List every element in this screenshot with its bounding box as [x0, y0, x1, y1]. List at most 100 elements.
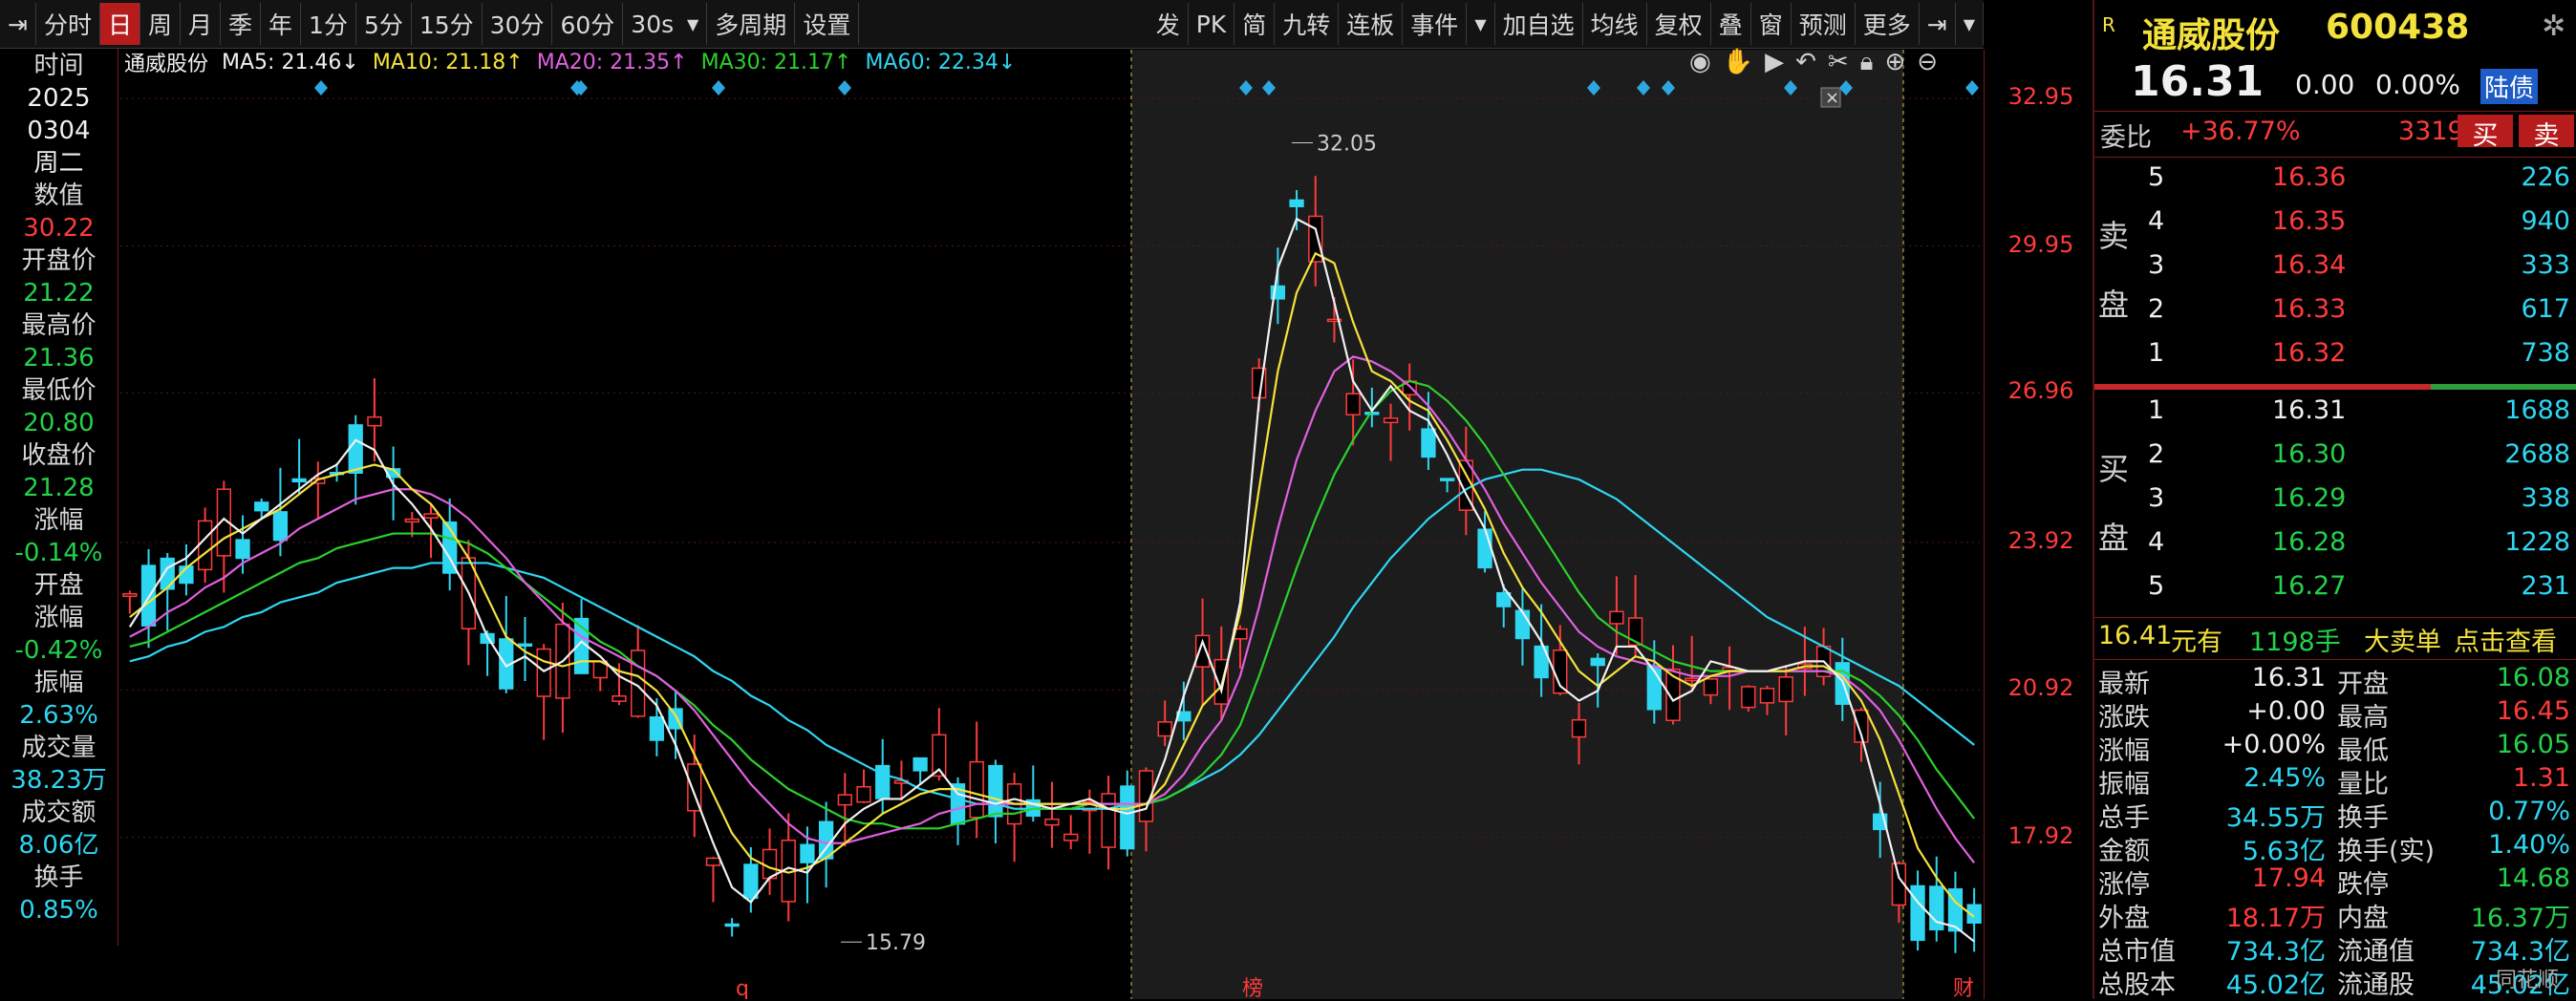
stat-label: 振幅	[2098, 770, 2150, 799]
candle-body	[272, 511, 289, 542]
candle-body	[235, 539, 250, 560]
tool-button-0[interactable]: 发	[1148, 3, 1189, 45]
buy-button[interactable]: 买	[2458, 115, 2513, 151]
legend-ma60: MA60: 22.34↓	[865, 50, 1017, 75]
candle-body	[1063, 833, 1079, 841]
period-tab-7[interactable]: 5分	[356, 3, 412, 45]
period-tab-2[interactable]: 周	[140, 3, 181, 45]
high-label: 最高价	[21, 311, 97, 340]
date-label: 时间	[33, 52, 84, 80]
candle-body	[517, 643, 533, 648]
panel-dropdown-icon[interactable]: ▼	[1956, 3, 1984, 45]
change-value: -0.14%	[14, 539, 103, 567]
weibi-row: 委比 +36.77% 3319 买 卖	[2094, 115, 2576, 155]
big-order-link[interactable]: 点击查看	[2454, 621, 2557, 658]
high-value: 21.36	[23, 344, 95, 373]
big-order-row[interactable]: 16.41 元有 1198手 大卖单 点击查看	[2094, 619, 2576, 659]
interval-select[interactable]: 30s ▼	[623, 3, 708, 45]
event-dropdown-icon[interactable]: ▼	[1467, 3, 1495, 45]
tool2-button-4[interactable]: 窗	[1751, 3, 1792, 45]
candle-body	[1609, 610, 1624, 625]
period-tab-0[interactable]: 分时	[36, 3, 100, 45]
big-order-volume: 1198手	[2249, 628, 2341, 657]
stat-label: 内盘	[2337, 904, 2389, 933]
candle-body	[291, 478, 307, 483]
price-row: 16.31 0.00 0.00% 陆债	[2094, 57, 2576, 107]
collapse-panel-icon[interactable]: ⇥	[1920, 3, 1956, 45]
period-tab-10[interactable]: 60分	[552, 3, 624, 45]
period-tab-9[interactable]: 30分	[483, 3, 553, 45]
price-axis: 32.95 29.95 26.96 23.92 20.92 17.92	[1984, 50, 2096, 999]
candle-body	[197, 520, 213, 571]
zoom-in-icon[interactable]: ⊕	[1885, 48, 1906, 77]
stat-label: 换手(实)	[2337, 837, 2436, 866]
lock-icon[interactable]: 🔒︎	[1860, 48, 1874, 77]
divider	[2094, 659, 2576, 660]
tool-button-5[interactable]: 事件	[1403, 3, 1468, 45]
candle-body	[404, 518, 419, 523]
legend-ma30: MA30: 21.17↑	[700, 50, 852, 75]
period-tab-5[interactable]: 年	[261, 3, 302, 45]
tool2-button-5[interactable]: 预测	[1792, 3, 1856, 45]
tool-button-1[interactable]: PK	[1189, 3, 1235, 45]
multi-period-button[interactable]: 多周期	[707, 3, 796, 45]
candle-body	[1383, 417, 1399, 424]
divider	[2094, 617, 2576, 618]
divider	[2094, 157, 2576, 158]
candle-body	[705, 857, 721, 866]
tool2-button-1[interactable]: 均线	[1583, 3, 1647, 45]
period-tab-1[interactable]: 日	[99, 3, 140, 45]
kline-chart[interactable]: 32.05 15.79 × q 榜 财	[120, 50, 1984, 999]
tool-button-4[interactable]: 连板	[1339, 3, 1404, 45]
legend-stock-name: 通威股份	[124, 53, 209, 76]
big-order-label: 大卖单	[2364, 628, 2441, 657]
asks-volume: 226	[2521, 162, 2570, 192]
play-icon[interactable]: ▶	[1765, 48, 1784, 77]
kline-chart-svg[interactable]: 32.05 15.79 × q 榜 财	[120, 50, 1984, 999]
bids-price: 16.29	[2272, 483, 2347, 513]
eye-icon[interactable]: ◉	[1689, 48, 1711, 77]
tool-button-3[interactable]: 九转	[1275, 3, 1340, 45]
high-price-label: 32.05	[1317, 132, 1377, 156]
price-tick-label: 32.95	[2007, 83, 2074, 111]
divider	[2094, 111, 2576, 112]
bids-price: 16.31	[2272, 395, 2347, 425]
ask-book: 卖 盘 5 16.36 226 4 16.35 940 3 16.34 333 2 16.33 617…	[2094, 159, 2576, 384]
hand-icon[interactable]: ✋	[1723, 48, 1753, 77]
asks-level: 5	[2148, 162, 2165, 192]
price-tick-label: 26.96	[2007, 377, 2074, 405]
sidebar-toggle-icon[interactable]: ⇥	[0, 3, 36, 45]
period-tab-4[interactable]: 季	[221, 3, 262, 45]
period-tab-8[interactable]: 15分	[412, 3, 483, 45]
turnover-label: 换手	[33, 863, 84, 892]
period-tab-6[interactable]: 1分	[301, 3, 356, 45]
candle-body	[1571, 718, 1587, 738]
tool2-button-2[interactable]: 复权	[1647, 3, 1711, 45]
scissors-icon[interactable]: ✂	[1828, 48, 1849, 77]
stat-value: 17.94	[2251, 863, 2326, 893]
stat-value: 1.40%	[2488, 830, 2570, 860]
legend-ma10: MA10: 21.18↑	[372, 50, 524, 75]
candle-body	[649, 716, 665, 741]
tool-button-2[interactable]: 简	[1234, 3, 1276, 45]
legend-ma5: MA5: 21.46↓	[222, 50, 359, 75]
stat-value: +0.00%	[2222, 730, 2326, 759]
asks-volume: 940	[2521, 206, 2570, 236]
tool2-button-3[interactable]: 叠	[1711, 3, 1751, 45]
amount-label: 成交额	[21, 799, 97, 827]
sell-button[interactable]: 卖	[2519, 115, 2574, 151]
settings-gear-icon[interactable]: ✲	[2542, 10, 2565, 43]
settings-button[interactable]: 设置	[795, 3, 860, 45]
stat-value: 16.08	[2496, 663, 2570, 692]
asks-price: 16.35	[2272, 206, 2347, 236]
tool2-button-0[interactable]: 加自选	[1495, 3, 1583, 45]
period-tab-3[interactable]: 月	[181, 3, 222, 45]
candle-body	[875, 764, 891, 799]
period-toolbar: ⇥ 分时日周月季年 1分 5分 15分 30分 60分 30s ▼ 多周期 设置 发 PK 简…	[0, 0, 1984, 49]
zoom-out-icon[interactable]: ⊖	[1917, 48, 1938, 77]
bond-tag[interactable]: 陆债	[2480, 69, 2539, 104]
undo-icon[interactable]: ↶	[1795, 48, 1816, 77]
tool2-button-6[interactable]: 更多	[1856, 3, 1920, 45]
chart-tool-icons: ◉ ✋ ▶ ↶ ✂ 🔒︎ ⊕ ⊖	[1689, 48, 1938, 77]
bids-level: 1	[2148, 395, 2165, 425]
